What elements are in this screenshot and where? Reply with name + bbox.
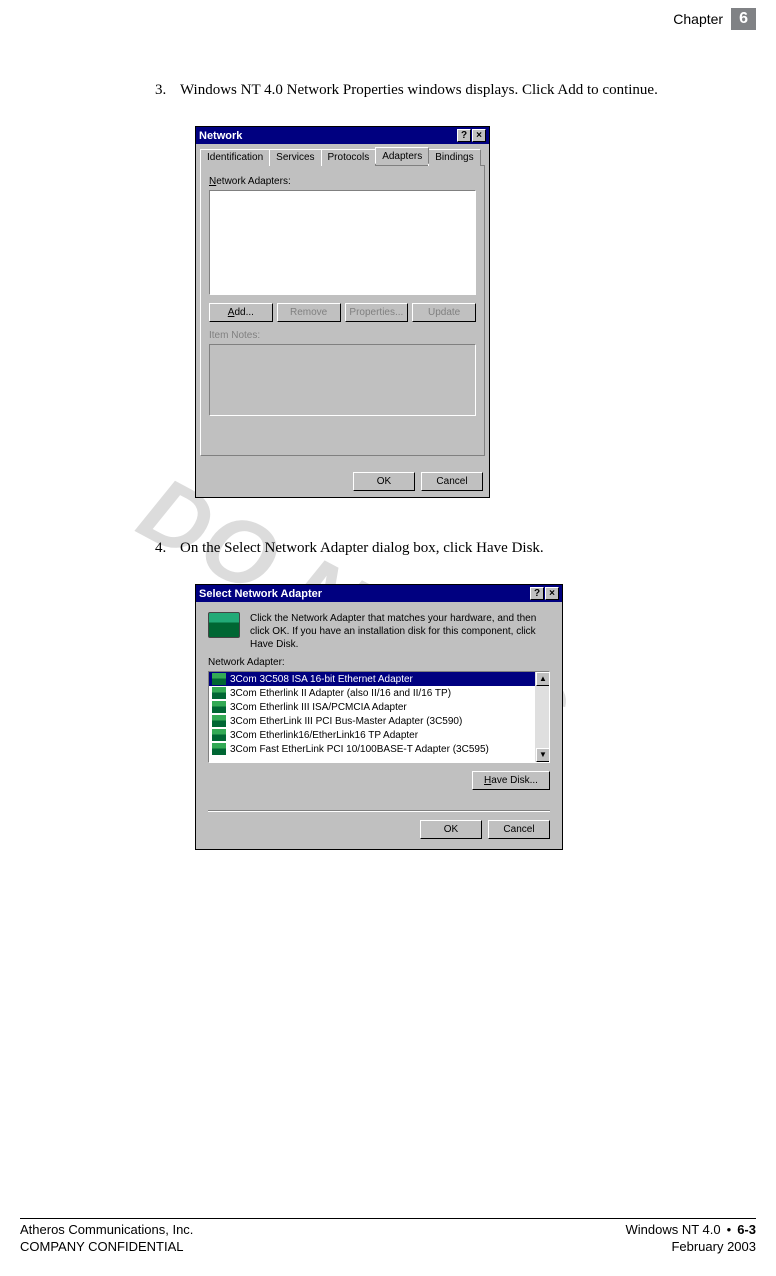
scroll-up-icon[interactable]: ▲ [536, 672, 550, 686]
screenshot-select-adapter-dialog: Select Network Adapter ? × Click the Net… [195, 584, 750, 850]
network-card-icon [208, 612, 240, 638]
adapters-panel: Network Adapters: Add... Remove Properti… [200, 166, 485, 456]
list-item[interactable]: 3Com EtherLink III PCI Bus-Master Adapte… [209, 714, 549, 728]
ok-button-2[interactable]: OK [420, 820, 482, 839]
footer-date: February 2003 [626, 1239, 757, 1256]
help-button[interactable]: ? [457, 129, 471, 142]
chapter-number: 6 [731, 8, 756, 30]
list-item[interactable]: 3Com Etherlink II Adapter (also II/16 an… [209, 686, 549, 700]
ok-button[interactable]: OK [353, 472, 415, 491]
cancel-button[interactable]: Cancel [421, 472, 483, 491]
adapters-listbox[interactable] [209, 190, 476, 295]
main-content: 3. Windows NT 4.0 Network Properties win… [155, 80, 750, 890]
step-4-number: 4. [155, 538, 180, 559]
card-icon [212, 729, 226, 741]
step-4-text: On the Select Network Adapter dialog box… [180, 538, 750, 559]
tab-strip: Identification Services Protocols Adapte… [200, 148, 485, 166]
network-adapters-label: Network Adapters: [209, 176, 476, 187]
card-icon [212, 715, 226, 727]
select-adapter-header: Click the Network Adapter that matches y… [196, 602, 562, 657]
footer-product: Windows NT 4.0 [626, 1222, 721, 1237]
select-adapter-title: Select Network Adapter [199, 588, 529, 600]
screenshot-network-dialog: Network ? × Identification Services Prot… [195, 126, 750, 498]
tab-bindings[interactable]: Bindings [428, 149, 480, 166]
card-icon [212, 673, 226, 685]
adapters-button-row: Add... Remove Properties... Update [209, 303, 476, 322]
properties-button: Properties... [345, 303, 409, 322]
select-adapter-description: Click the Network Adapter that matches y… [250, 612, 550, 651]
close-button[interactable]: × [472, 129, 486, 142]
item-notes-label: Item Notes: [209, 330, 476, 341]
footer-company: Atheros Communications, Inc. [20, 1222, 193, 1239]
have-disk-button[interactable]: Have Disk... [472, 771, 550, 790]
have-disk-row: Have Disk... [208, 771, 550, 790]
card-icon [212, 743, 226, 755]
tab-identification[interactable]: Identification [200, 149, 270, 166]
scroll-down-icon[interactable]: ▼ [536, 748, 550, 762]
network-dialog-footer: OK Cancel [196, 468, 489, 497]
network-dialog: Network ? × Identification Services Prot… [195, 126, 490, 498]
item-notes-box [209, 344, 476, 416]
select-adapter-footer: OK Cancel [196, 812, 562, 849]
bullet-icon: • [727, 1222, 732, 1237]
update-button: Update [412, 303, 476, 322]
add-button[interactable]: Add... [209, 303, 273, 322]
network-adapter-label: Network Adapter: [208, 657, 550, 668]
step-3-text: Windows NT 4.0 Network Properties window… [180, 80, 750, 101]
step-4: 4. On the Select Network Adapter dialog … [155, 538, 750, 559]
select-adapter-dialog: Select Network Adapter ? × Click the Net… [195, 584, 563, 850]
network-title: Network [199, 130, 456, 142]
network-titlebar: Network ? × [196, 127, 489, 144]
scrollbar[interactable]: ▲ ▼ [535, 672, 549, 762]
tab-protocols[interactable]: Protocols [321, 149, 377, 166]
list-item[interactable]: 3Com 3C508 ISA 16-bit Ethernet Adapter [209, 672, 549, 686]
footer-page-number: 6-3 [737, 1222, 756, 1237]
card-icon [212, 687, 226, 699]
select-adapter-titlebar: Select Network Adapter ? × [196, 585, 562, 602]
step-3-number: 3. [155, 80, 180, 101]
tab-adapters[interactable]: Adapters [375, 147, 429, 164]
cancel-button-2[interactable]: Cancel [488, 820, 550, 839]
adapter-listbox[interactable]: 3Com 3C508 ISA 16-bit Ethernet Adapter 3… [208, 671, 550, 763]
card-icon [212, 701, 226, 713]
list-item[interactable]: 3Com Etherlink16/EtherLink16 TP Adapter [209, 728, 549, 742]
footer-confidential: COMPANY CONFIDENTIAL [20, 1239, 193, 1256]
help-button-2[interactable]: ? [530, 587, 544, 600]
tab-services[interactable]: Services [269, 149, 321, 166]
chapter-label: Chapter [673, 11, 723, 27]
page-header: Chapter 6 [673, 8, 756, 30]
page-footer: Atheros Communications, Inc. COMPANY CON… [20, 1218, 756, 1256]
list-item[interactable]: 3Com Etherlink III ISA/PCMCIA Adapter [209, 700, 549, 714]
list-item[interactable]: 3Com Fast EtherLink PCI 10/100BASE-T Ada… [209, 742, 549, 756]
remove-button: Remove [277, 303, 341, 322]
close-button-2[interactable]: × [545, 587, 559, 600]
step-3: 3. Windows NT 4.0 Network Properties win… [155, 80, 750, 101]
